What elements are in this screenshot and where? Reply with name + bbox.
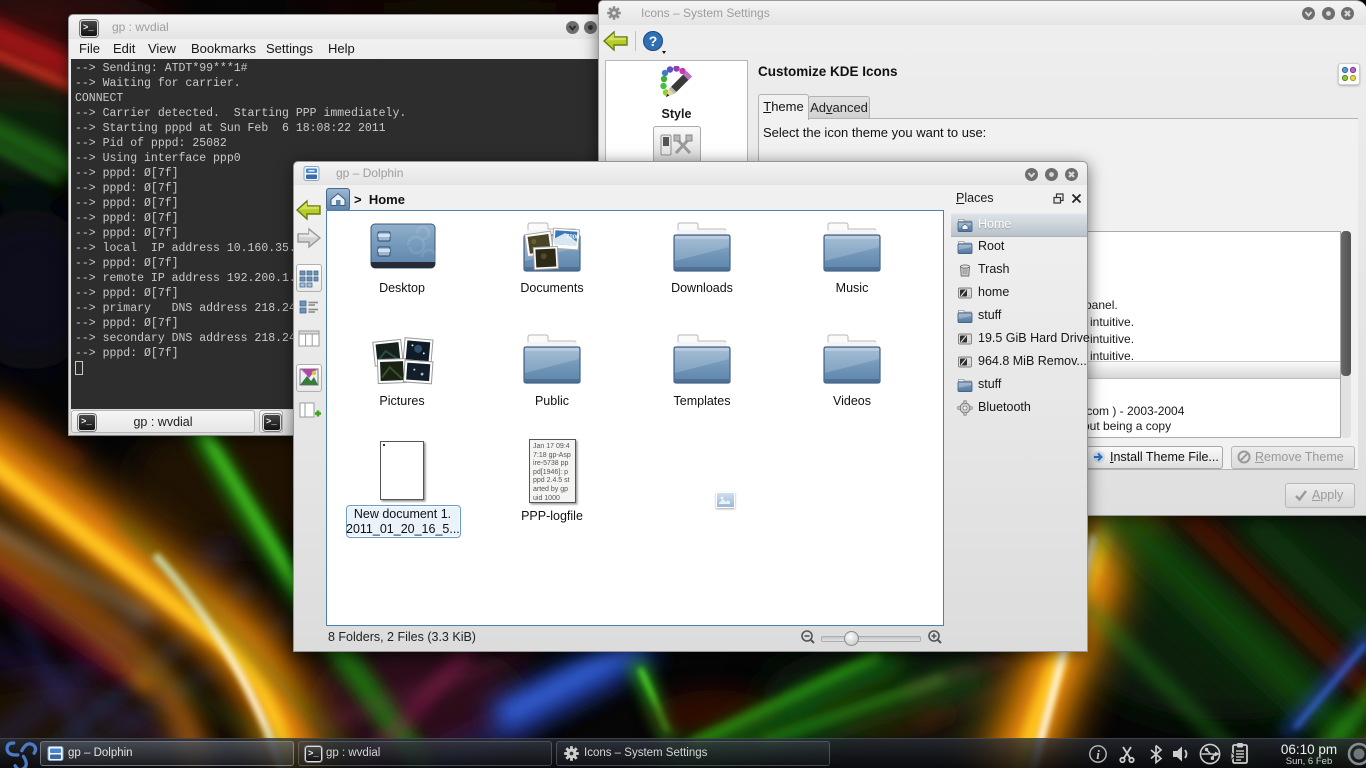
svg-text:7000: 7000 (566, 234, 580, 241)
svg-text:i: i (1096, 747, 1100, 762)
svg-text:?: ? (649, 33, 658, 49)
